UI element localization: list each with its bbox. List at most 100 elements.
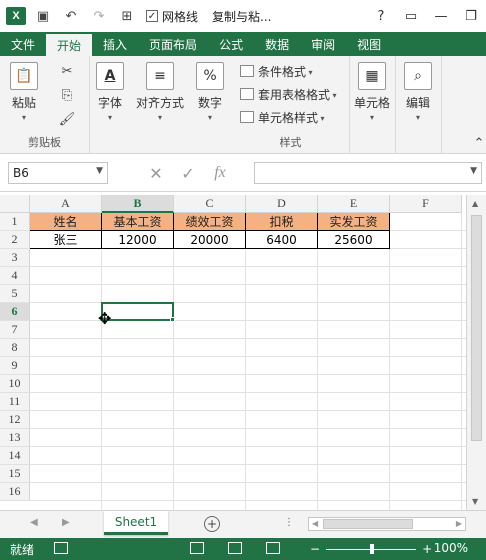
scroll-left-icon[interactable]: ◀ <box>312 519 318 528</box>
row-header-1[interactable]: 1 <box>0 213 30 231</box>
macro-record-icon[interactable] <box>54 542 68 554</box>
zoom-percent[interactable]: 100% <box>434 541 468 555</box>
add-sheet-button[interactable]: + <box>204 516 220 532</box>
row-header-15[interactable]: 15 <box>0 465 30 483</box>
row-header-2[interactable]: 2 <box>0 231 30 249</box>
cell-b1[interactable]: 基本工资 <box>102 213 174 231</box>
minimize-button[interactable]: — <box>426 9 456 24</box>
row-header-16[interactable]: 16 <box>0 483 30 501</box>
row-header-7[interactable]: 7 <box>0 321 30 339</box>
zoom-slider-knob[interactable] <box>370 543 375 554</box>
undo-icon[interactable]: ↶ <box>60 5 82 27</box>
cell-d2[interactable]: 6400 <box>246 231 318 249</box>
tab-page-layout[interactable]: 页面布局 <box>138 32 208 56</box>
insert-function-icon[interactable]: fx <box>204 164 236 182</box>
confirm-icon[interactable]: ✓ <box>172 164 204 183</box>
cell-e2[interactable]: 25600 <box>318 231 390 249</box>
column-header-c[interactable]: C <box>174 195 246 213</box>
row-header-3[interactable]: 3 <box>0 249 30 267</box>
next-sheet-icon[interactable]: ▶ <box>62 517 70 528</box>
tab-file[interactable]: 文件 <box>0 32 46 56</box>
zoom-slider[interactable] <box>326 543 417 554</box>
spreadsheet-grid[interactable]: A B C D E F 1 2 3 4 5 6 7 8 9 10 11 12 13 14 15 16 姓名 基本工资 绩效工资扣… <box>0 195 466 510</box>
table-format-label: 套用表格格式 <box>258 87 331 102</box>
formula-expand-icon[interactable]: ▼ <box>470 166 477 176</box>
row-header-6[interactable]: 6 <box>0 303 30 321</box>
column-header-a[interactable]: A <box>30 195 102 213</box>
format-painter-icon[interactable]: 🖌 <box>56 108 78 130</box>
cell-b2[interactable]: 12000 <box>102 231 174 249</box>
select-all-corner[interactable] <box>0 195 30 213</box>
cell-a1[interactable]: 姓名 <box>30 213 102 231</box>
row-header-4[interactable]: 4 <box>0 267 30 285</box>
cell-e1[interactable]: 实发工资 <box>318 213 390 231</box>
horizontal-scroll-thumb[interactable] <box>323 519 413 529</box>
zoom-out-button[interactable]: − <box>310 542 320 556</box>
scroll-up-icon[interactable]: ▲ <box>472 199 478 208</box>
conditional-format-button[interactable]: 条件格式 ▾ <box>240 60 313 82</box>
fill-handle[interactable] <box>170 317 175 322</box>
cells-button[interactable]: ▦ 单元格 ▾ <box>354 62 390 122</box>
cut-icon[interactable]: ✂ <box>56 60 78 82</box>
cell-c1[interactable]: 绩效工资 <box>174 213 246 231</box>
restore-icon[interactable]: ❐ <box>456 9 486 24</box>
alignment-button[interactable]: ≡ 对齐方式 ▾ <box>136 62 184 122</box>
column-header-e[interactable]: E <box>318 195 390 213</box>
page-layout-view-icon[interactable] <box>228 542 242 554</box>
cell-d1[interactable]: 扣税 <box>246 213 318 231</box>
copy-paste-label[interactable]: 复制与粘... <box>212 8 271 25</box>
vertical-scrollbar[interactable]: ▲ ▼ <box>466 195 486 510</box>
selected-cell-outline[interactable] <box>101 302 174 321</box>
cell-c2[interactable]: 20000 <box>174 231 246 249</box>
gridlines-checkbox[interactable]: ✓ <box>146 10 158 22</box>
vertical-scroll-thumb[interactable] <box>471 215 482 441</box>
row-header-13[interactable]: 13 <box>0 429 30 447</box>
tab-data[interactable]: 数据 <box>254 32 300 56</box>
copy-icon[interactable]: ⎘ <box>56 84 78 106</box>
table-format-button[interactable]: 套用表格格式 ▾ <box>240 83 337 105</box>
tab-insert[interactable]: 插入 <box>92 32 138 56</box>
cancel-icon[interactable]: ✕ <box>140 164 172 183</box>
column-header-b[interactable]: B <box>102 195 174 213</box>
tab-formulas[interactable]: 公式 <box>208 32 254 56</box>
ribbon-display-icon[interactable]: ▭ <box>396 9 426 24</box>
normal-view-icon[interactable] <box>190 542 204 554</box>
row-header-11[interactable]: 11 <box>0 393 30 411</box>
prev-sheet-icon[interactable]: ◀ <box>30 517 38 528</box>
name-box[interactable]: B6 ▼ <box>8 162 108 184</box>
paste-button[interactable]: 📋 粘贴 ▾ <box>10 62 38 122</box>
row-header-14[interactable]: 14 <box>0 447 30 465</box>
row-header-8[interactable]: 8 <box>0 339 30 357</box>
cell-style-button[interactable]: 单元格样式 ▾ <box>240 106 325 128</box>
number-button[interactable]: % 数字 ▾ <box>196 62 224 122</box>
help-button[interactable]: ? <box>366 9 396 24</box>
row-header-12[interactable]: 12 <box>0 411 30 429</box>
gridline-row <box>30 428 466 429</box>
row-header-5[interactable]: 5 <box>0 285 30 303</box>
tab-home[interactable]: 开始 <box>46 34 93 56</box>
tab-split-icon[interactable]: ⋮ <box>284 517 294 528</box>
column-header-d[interactable]: D <box>246 195 318 213</box>
scroll-down-icon[interactable]: ▼ <box>472 497 478 506</box>
row-header-9[interactable]: 9 <box>0 357 30 375</box>
paste-label: 粘贴 <box>11 96 36 110</box>
borders-icon[interactable]: ⊞ <box>116 5 138 27</box>
zoom-in-button[interactable]: + <box>422 542 432 556</box>
tab-view[interactable]: 视图 <box>346 32 392 56</box>
column-header-f[interactable]: F <box>390 195 462 213</box>
formula-input[interactable]: ▼ <box>254 162 482 184</box>
formula-bar: B6 ▼ ✕ ✓ fx ▼ <box>0 154 486 192</box>
name-box-dropdown-icon[interactable]: ▼ <box>96 166 103 176</box>
page-break-view-icon[interactable] <box>266 542 280 554</box>
horizontal-scrollbar[interactable]: ◀ ▶ <box>308 517 466 531</box>
editing-button[interactable]: ⌕ 编辑 ▾ <box>404 62 432 122</box>
tab-review[interactable]: 审阅 <box>300 32 346 56</box>
redo-icon[interactable]: ↷ <box>88 5 110 27</box>
collapse-ribbon-icon[interactable]: ⌃ <box>468 132 486 154</box>
save-icon[interactable]: ▣ <box>32 5 54 27</box>
cell-a2[interactable]: 张三 <box>30 231 102 249</box>
scroll-right-icon[interactable]: ▶ <box>456 519 462 528</box>
font-button[interactable]: A 字体 ▾ <box>96 62 124 122</box>
row-header-10[interactable]: 10 <box>0 375 30 393</box>
sheet-tab-sheet1[interactable]: Sheet1 <box>104 511 168 535</box>
